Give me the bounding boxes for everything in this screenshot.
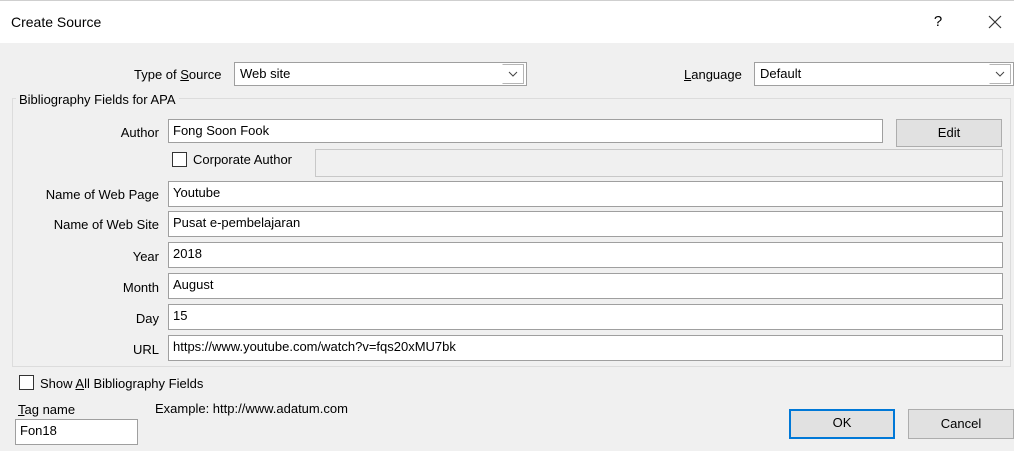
year-field[interactable]: 2018 [168, 242, 1003, 268]
web-page-label: Name of Web Page [45, 187, 159, 202]
chevron-down-icon[interactable] [502, 64, 524, 84]
month-field[interactable]: August [168, 273, 1003, 299]
year-label: Year [132, 249, 159, 264]
dialog-title: Create Source [11, 14, 102, 30]
show-all-fields-checkbox[interactable] [19, 375, 34, 390]
type-of-source-label: Type of Source [134, 67, 222, 82]
corporate-author-checkbox[interactable] [172, 152, 187, 167]
example-text: Example: http://www.adatum.com [155, 401, 348, 416]
web-site-label: Name of Web Site [53, 217, 159, 232]
day-field[interactable]: 15 [168, 304, 1003, 330]
web-page-field[interactable]: Youtube [168, 181, 1003, 207]
language-select[interactable]: Default [754, 62, 1014, 86]
day-label: Day [135, 311, 159, 326]
language-label: Language [684, 67, 742, 82]
url-label: URL [132, 342, 159, 357]
show-all-fields-label: Show All Bibliography Fields [40, 376, 204, 391]
corporate-author-field[interactable] [315, 149, 1003, 177]
tag-name-field[interactable]: Fon18 [15, 419, 138, 445]
corporate-author-label: Corporate Author [193, 152, 293, 167]
month-label: Month [122, 280, 159, 295]
help-button[interactable]: ? [928, 11, 948, 33]
url-field[interactable]: https://www.youtube.com/watch?v=fqs20xMU… [168, 335, 1003, 361]
edit-author-button[interactable]: Edit [896, 119, 1002, 147]
ok-button[interactable]: OK [789, 409, 895, 439]
title-bar: Create Source ? [0, 1, 1014, 43]
web-site-field[interactable]: Pusat e-pembelajaran [168, 211, 1003, 237]
cancel-button[interactable]: Cancel [908, 409, 1014, 439]
author-field[interactable]: Fong Soon Fook [168, 119, 883, 143]
language-value: Default [760, 66, 802, 81]
author-label: Author [120, 125, 159, 140]
close-icon[interactable] [984, 11, 1006, 33]
tag-name-label: Tag name [18, 402, 76, 417]
create-source-dialog: Create Source ? Type of Source Web site … [0, 0, 1014, 451]
bibliography-fields-title: Bibliography Fields for APA [16, 92, 179, 107]
type-of-source-select[interactable]: Web site [234, 62, 527, 86]
type-of-source-value: Web site [240, 66, 291, 81]
chevron-down-icon[interactable] [989, 64, 1011, 84]
